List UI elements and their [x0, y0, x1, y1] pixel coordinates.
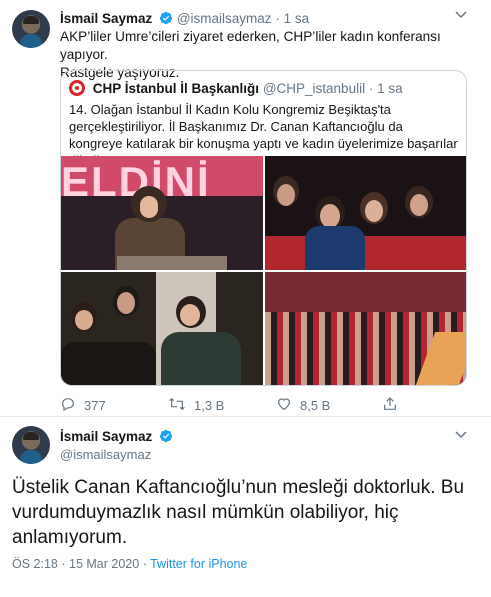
reply-icon — [60, 396, 76, 415]
quoted-tweet[interactable]: CHP İstanbul İl Başkanlığı @CHP_istanbul… — [60, 70, 467, 386]
tweet-time[interactable]: ÖS 2:18 — [12, 557, 58, 571]
avatar[interactable] — [12, 426, 50, 464]
dot-separator: · — [368, 81, 378, 96]
verified-badge-icon — [159, 11, 173, 28]
divider — [0, 416, 491, 417]
like-count: 8,5 B — [300, 398, 331, 413]
tweet-meta: ÖS 2:18 · 15 Mar 2020 · Twitter for iPho… — [12, 557, 247, 571]
dot-separator: · — [275, 11, 284, 26]
tweet-time[interactable]: 1 sa — [284, 11, 310, 26]
tweet-header: İsmail Saymaz — [60, 429, 173, 446]
photo-applause[interactable] — [61, 272, 263, 385]
photo-grid: ELDİNİ — [61, 156, 466, 385]
reply-count: 377 — [84, 398, 106, 413]
like-icon — [276, 396, 292, 415]
chevron-down-icon[interactable] — [455, 428, 467, 442]
retweet-button[interactable]: 1,3 B — [168, 396, 224, 415]
quoted-author-handle: @CHP_istanbulil — [262, 81, 366, 96]
author-name[interactable]: İsmail Saymaz — [60, 429, 152, 444]
photo-speaker[interactable]: ELDİNİ — [61, 156, 263, 270]
retweet-icon — [168, 396, 186, 415]
share-icon — [382, 396, 398, 415]
share-button[interactable] — [382, 396, 398, 415]
avatar[interactable] — [12, 10, 50, 48]
quoted-tweet-time: 1 sa — [377, 81, 403, 96]
photo-crowd[interactable] — [265, 272, 466, 385]
tweet-text-line: AKP’liler Umre’cileri ziyaret ederken, C… — [60, 29, 441, 62]
tweet-header: İsmail Saymaz @ismailsaymaz · 1 sa — [60, 11, 309, 28]
like-button[interactable]: 8,5 B — [276, 396, 330, 415]
verified-badge-icon — [159, 429, 173, 446]
tweet-source-link[interactable]: Twitter for iPhone — [150, 557, 247, 571]
tweet-text: Üstelik Canan Kaftancıoğlu’nun mesleği d… — [12, 477, 465, 548]
retweet-count: 1,3 B — [194, 398, 225, 413]
dot-separator: · — [142, 557, 147, 571]
tweet-actions: 377 1,3 B 8,5 B — [60, 396, 460, 414]
dot-separator: · — [61, 557, 66, 571]
photo-audience-front[interactable] — [265, 156, 466, 270]
author-handle[interactable]: @ismailsaymaz — [177, 11, 272, 26]
quoted-tweet-header: CHP İstanbul İl Başkanlığı @CHP_istanbul… — [69, 80, 403, 96]
author-name[interactable]: İsmail Saymaz — [60, 11, 152, 26]
quoted-author-name: CHP İstanbul İl Başkanlığı — [92, 81, 260, 96]
tweet-1: İsmail Saymaz @ismailsaymaz · 1 sa AKP’l… — [0, 0, 491, 416]
chevron-down-icon[interactable] — [455, 8, 467, 22]
reply-button[interactable]: 377 — [60, 396, 106, 415]
quoted-avatar — [69, 80, 85, 96]
tweet-date[interactable]: 15 Mar 2020 — [69, 557, 139, 571]
author-handle[interactable]: @ismailsaymaz — [60, 447, 151, 462]
